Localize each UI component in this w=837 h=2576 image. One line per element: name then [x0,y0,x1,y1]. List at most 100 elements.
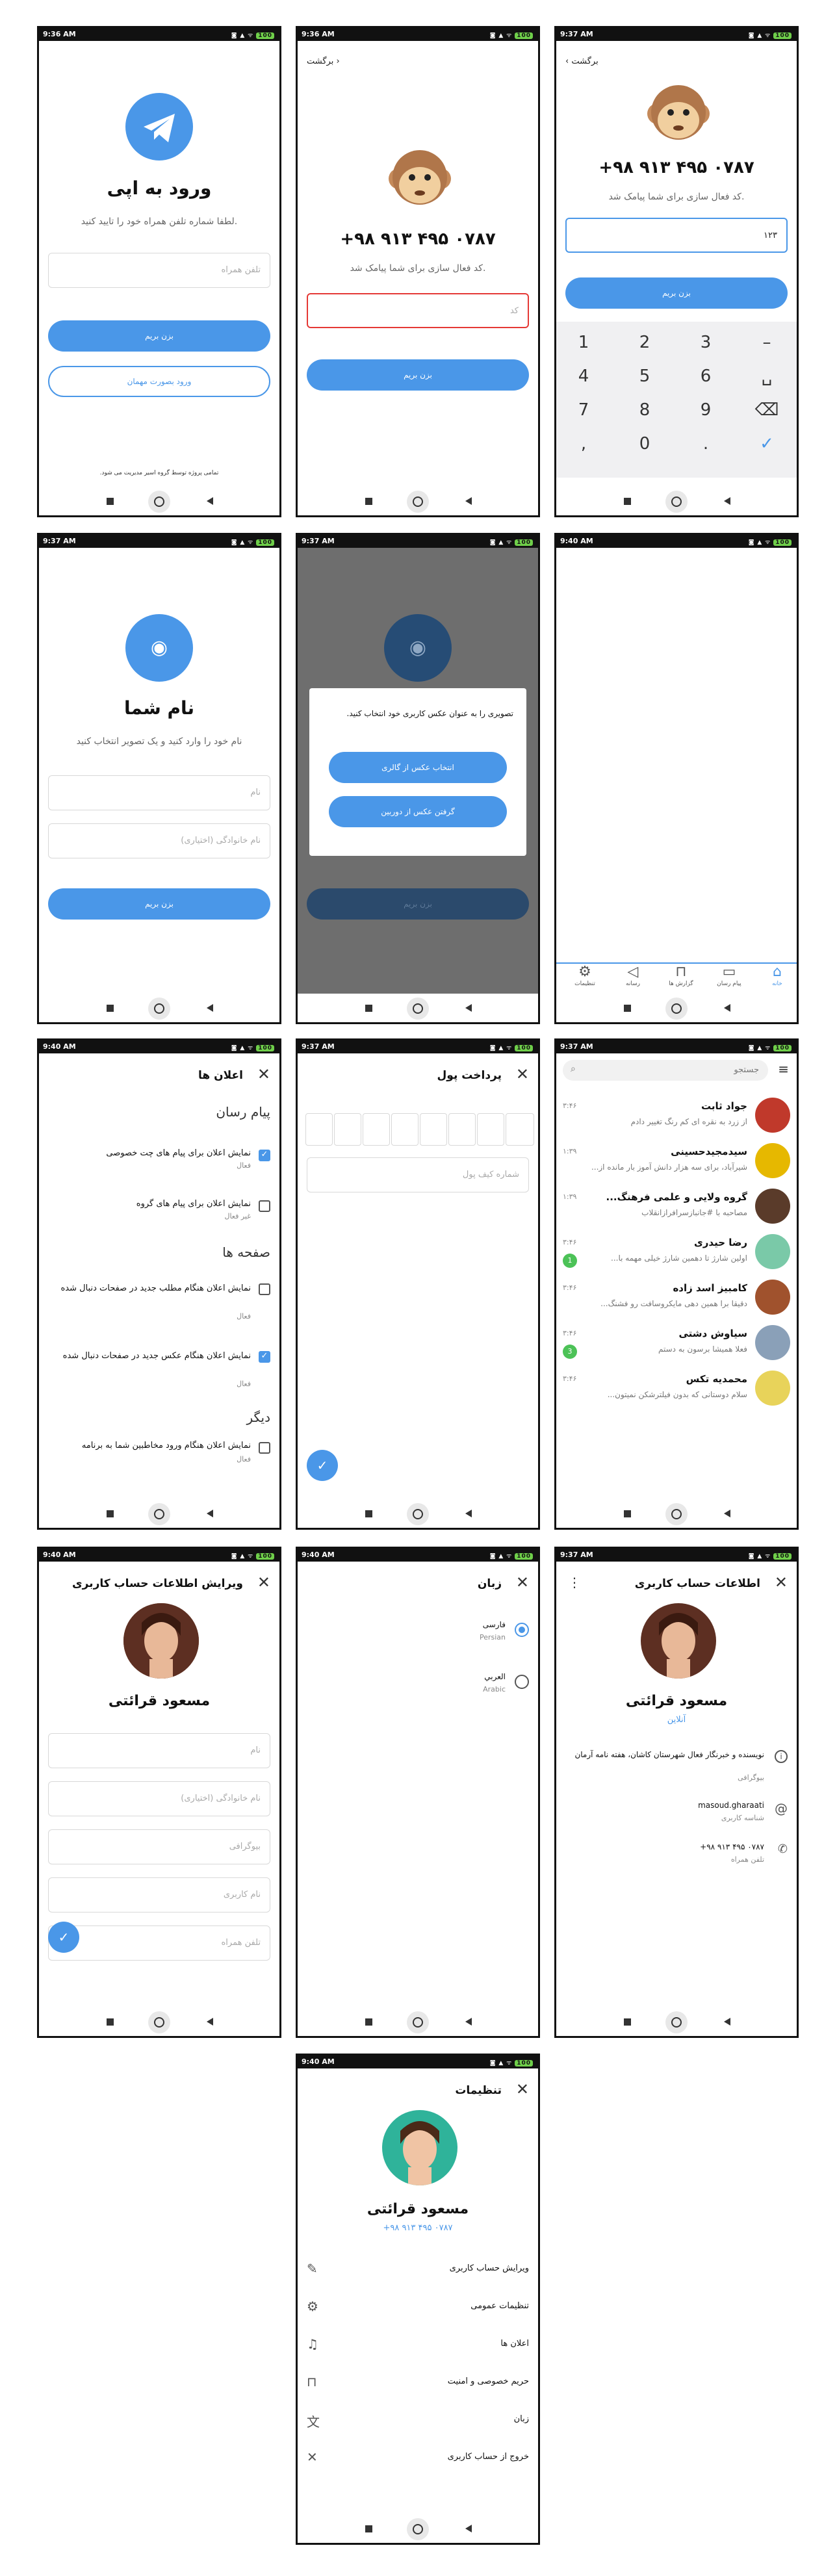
key-minus[interactable]: – [747,328,786,357]
guest-login-button[interactable]: ورود بصورت مهمان [48,366,270,397]
home-button[interactable] [148,491,170,513]
menu-language[interactable]: زبان 文 [307,2408,529,2434]
home-button[interactable] [148,2011,170,2033]
tab-settings[interactable]: ⚙ تنظیمات [565,964,604,994]
chat-row[interactable]: سیاوش دشتی ۳:۴۶ فعلا همیشا برسون به دستم 3 [556,1319,797,1364]
close-icon[interactable]: ✕ [775,1573,788,1591]
recents-button[interactable] [107,1510,114,1517]
camera-button[interactable]: گرفتن عکس از دوربین [329,796,507,827]
key-comma[interactable]: , [564,430,603,458]
back-nav-button[interactable] [207,1510,213,1517]
back-nav-button[interactable] [724,1004,730,1012]
key-0[interactable]: 0 [625,430,664,458]
menu-general-settings[interactable]: تنظیمات عمومی ⚙ [307,2295,529,2321]
back-nav-button[interactable] [724,2018,730,2026]
first-name-field[interactable]: نام [48,775,270,810]
menu-icon[interactable]: ≡ [778,1061,789,1077]
key-4[interactable]: 4 [564,362,603,391]
first-name-field[interactable]: نام [48,1733,270,1768]
key-3[interactable]: 3 [686,328,725,357]
back-nav-button[interactable] [465,1004,472,1012]
recents-button[interactable] [107,2018,114,2026]
home-button[interactable] [665,2011,688,2033]
save-fab[interactable]: ✓ [48,1922,79,1953]
pin-box[interactable] [506,1113,534,1146]
tab-reports[interactable]: ⊓ گزارش ها [662,964,701,994]
pin-box[interactable] [334,1113,361,1146]
next-button[interactable]: بزن بریم [48,888,270,920]
close-icon[interactable]: ✕ [516,2080,529,2098]
last-name-field[interactable]: نام خانوادگی (اختیاری) [48,1781,270,1816]
pin-box[interactable] [477,1113,504,1146]
checkbox-private-chat[interactable]: ✓ [259,1150,270,1161]
back-nav-button[interactable] [207,1004,213,1012]
home-button[interactable] [407,491,429,513]
home-button[interactable] [148,998,170,1020]
chat-row[interactable]: گروه ولایی و علمی فرهنگ... ۱:۳۹ مصاحبه با … [556,1182,797,1228]
recents-button[interactable] [365,2018,372,2026]
pin-box[interactable] [448,1113,476,1146]
last-name-field[interactable]: نام خانوادگی (اختیاری) [48,823,270,858]
checkbox-new-photo[interactable]: ✓ [259,1351,270,1363]
confirm-fab[interactable]: ✓ [307,1450,338,1481]
close-icon[interactable]: ✕ [516,1573,529,1591]
menu-edit-profile[interactable]: ویرایش حساب کاربری ✎ [307,2257,529,2283]
back-nav-button[interactable] [465,1510,472,1517]
chat-row[interactable]: رضا حیدری ۳:۴۶ اولین شارژ تا دهمین شارژ خی… [556,1228,797,1273]
phone-field[interactable]: تلفن همراه [48,253,270,288]
home-button[interactable] [665,998,688,1020]
close-icon[interactable]: ✕ [516,1065,529,1083]
menu-logout[interactable]: خروج از حساب کاربری ✕ [307,2445,529,2471]
key-7[interactable]: 7 [564,396,603,424]
home-button[interactable] [407,2518,429,2540]
chat-row[interactable]: جواد ثابت ۳:۴۶ از زرد به نقره ای کم رنگ تغ… [556,1091,797,1137]
key-6[interactable]: 6 [686,362,725,391]
next-button[interactable]: بزن بریم [565,277,788,309]
chat-row[interactable]: محمدیه تکس ۳:۴۶ سلام دوستانی که بدون فیلتر… [556,1364,797,1410]
close-icon[interactable]: ✕ [257,1065,270,1083]
username-field[interactable]: نام کاربری [48,1877,270,1913]
recents-button[interactable] [624,498,631,505]
phone-field[interactable]: تلفن همراه [48,1926,270,1961]
close-icon[interactable]: ✕ [257,1573,270,1591]
back-nav-button[interactable] [465,2018,472,2026]
card-number-boxes[interactable] [305,1113,534,1146]
back-nav-button[interactable] [207,497,213,505]
radio-arabic[interactable] [515,1675,529,1689]
pin-box[interactable] [391,1113,419,1146]
checkbox-group[interactable] [259,1200,270,1212]
back-link[interactable]: ‹ برگشت [565,57,599,66]
radio-persian[interactable] [515,1623,529,1637]
recents-button[interactable] [365,2525,372,2532]
checkbox-new-post[interactable] [259,1283,270,1295]
home-button[interactable] [665,491,688,513]
key-9[interactable]: 9 [686,396,725,424]
chat-row[interactable]: کامبیز اسد زاده ۳:۴۶ دقیقا برا همین دهی ما… [556,1273,797,1319]
recents-button[interactable] [107,1005,114,1012]
back-nav-button[interactable] [465,497,472,505]
key-dot[interactable]: . [686,430,725,458]
pin-box[interactable] [363,1113,390,1146]
back-nav-button[interactable] [724,497,730,505]
recents-button[interactable] [365,1005,372,1012]
menu-privacy[interactable]: حریم خصوصی و امنیت ⊓ [307,2370,529,2396]
bio-field[interactable]: بیوگرافی [48,1829,270,1864]
key-2[interactable]: 2 [625,328,664,357]
recents-button[interactable] [107,498,114,505]
code-field[interactable]: ۱۲۳ [565,218,788,253]
home-button[interactable] [407,2011,429,2033]
code-field[interactable]: کد [307,293,529,328]
home-button[interactable] [148,1503,170,1525]
key-backspace[interactable]: ⌫ [747,396,786,424]
key-space[interactable]: ␣ [747,362,786,391]
home-button[interactable] [407,1503,429,1525]
back-nav-button[interactable] [465,2525,472,2532]
recents-button[interactable] [624,2018,631,2026]
pin-box[interactable] [305,1113,333,1146]
key-8[interactable]: 8 [625,396,664,424]
recents-button[interactable] [624,1510,631,1517]
profile-avatar[interactable] [123,1603,199,1679]
chat-row[interactable]: سیدمجیدحسینی ۱:۳۹ شیرآباد، برای سه هزار دا… [556,1137,797,1182]
wallet-number-field[interactable]: شماره کیف پول [307,1157,529,1192]
next-button[interactable]: بزن بریم [307,359,529,391]
